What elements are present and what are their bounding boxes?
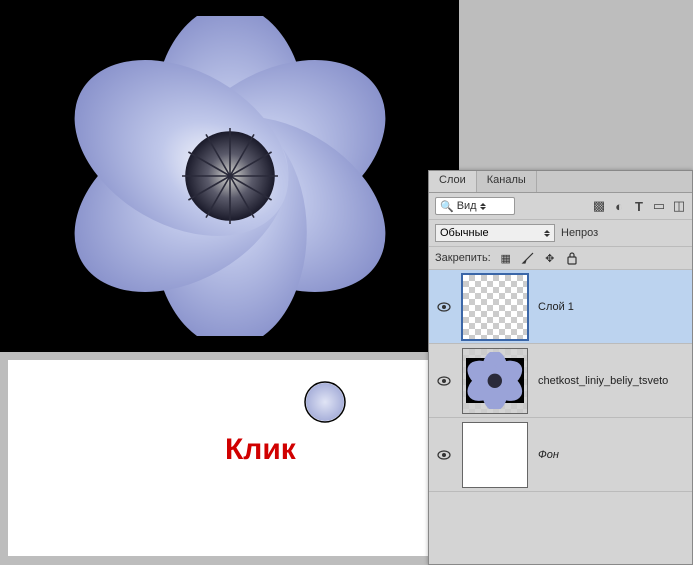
flower-image <box>70 16 390 336</box>
blend-row: Обычные Непроз <box>429 220 692 247</box>
document-view-black[interactable] <box>0 0 459 352</box>
panel-tabs: Слои Каналы <box>429 171 692 193</box>
search-icon: 🔍 <box>440 200 454 213</box>
filter-type-icon[interactable]: T <box>632 199 646 213</box>
layer-name[interactable]: Слой 1 <box>534 301 574 313</box>
canvas-area: Клик <box>0 0 475 565</box>
layer-filter-select[interactable]: 🔍 Вид <box>435 197 515 215</box>
filter-smart-icon[interactable]: ◫ <box>672 199 686 213</box>
lock-row: Закрепить: ▦ ✥ <box>429 247 692 270</box>
visibility-toggle[interactable] <box>432 302 456 312</box>
filter-label: Вид <box>457 200 477 212</box>
opacity-label: Непроз <box>561 227 598 239</box>
layer-name[interactable]: chetkost_liniy_beliy_tsveto <box>534 375 668 387</box>
filter-adjustment-icon[interactable]: ◐ <box>612 199 626 213</box>
tab-channels[interactable]: Каналы <box>477 171 537 192</box>
visibility-toggle[interactable] <box>432 376 456 386</box>
filter-image-icon[interactable]: ▩ <box>592 199 606 213</box>
lock-pixels-icon[interactable]: ▦ <box>499 251 513 265</box>
dropdown-icon <box>480 203 486 210</box>
layer-thumbnail[interactable] <box>462 274 528 340</box>
filter-row: 🔍 Вид ▩ ◐ T ▭ ◫ <box>429 193 692 220</box>
click-annotation: Клик <box>225 433 296 467</box>
tab-layers[interactable]: Слои <box>429 171 477 192</box>
layer-row[interactable]: chetkost_liniy_beliy_tsveto <box>429 344 692 418</box>
lock-position-icon[interactable]: ✥ <box>543 251 557 265</box>
filter-shape-icon[interactable]: ▭ <box>652 199 666 213</box>
layers-list: Слой 1 <box>429 270 692 564</box>
eye-icon <box>437 376 451 386</box>
lock-brush-icon[interactable] <box>521 251 535 265</box>
brush-cursor <box>303 380 347 424</box>
dropdown-icon <box>544 230 550 237</box>
eye-icon <box>437 450 451 460</box>
lock-label: Закрепить: <box>435 252 491 264</box>
layer-thumbnail[interactable] <box>462 348 528 414</box>
lock-all-icon[interactable] <box>565 251 579 265</box>
blend-mode-select[interactable]: Обычные <box>435 224 555 242</box>
layers-panel: Слои Каналы 🔍 Вид ▩ ◐ T ▭ ◫ Обычные Непр… <box>428 170 693 565</box>
visibility-toggle[interactable] <box>432 450 456 460</box>
layer-thumbnail[interactable] <box>462 422 528 488</box>
layer-row[interactable]: Слой 1 <box>429 270 692 344</box>
layer-row[interactable]: Фон <box>429 418 692 492</box>
eye-icon <box>437 302 451 312</box>
thumbnail-flower-icon <box>466 352 524 410</box>
blend-mode-value: Обычные <box>440 227 489 239</box>
layer-name[interactable]: Фон <box>534 449 559 461</box>
